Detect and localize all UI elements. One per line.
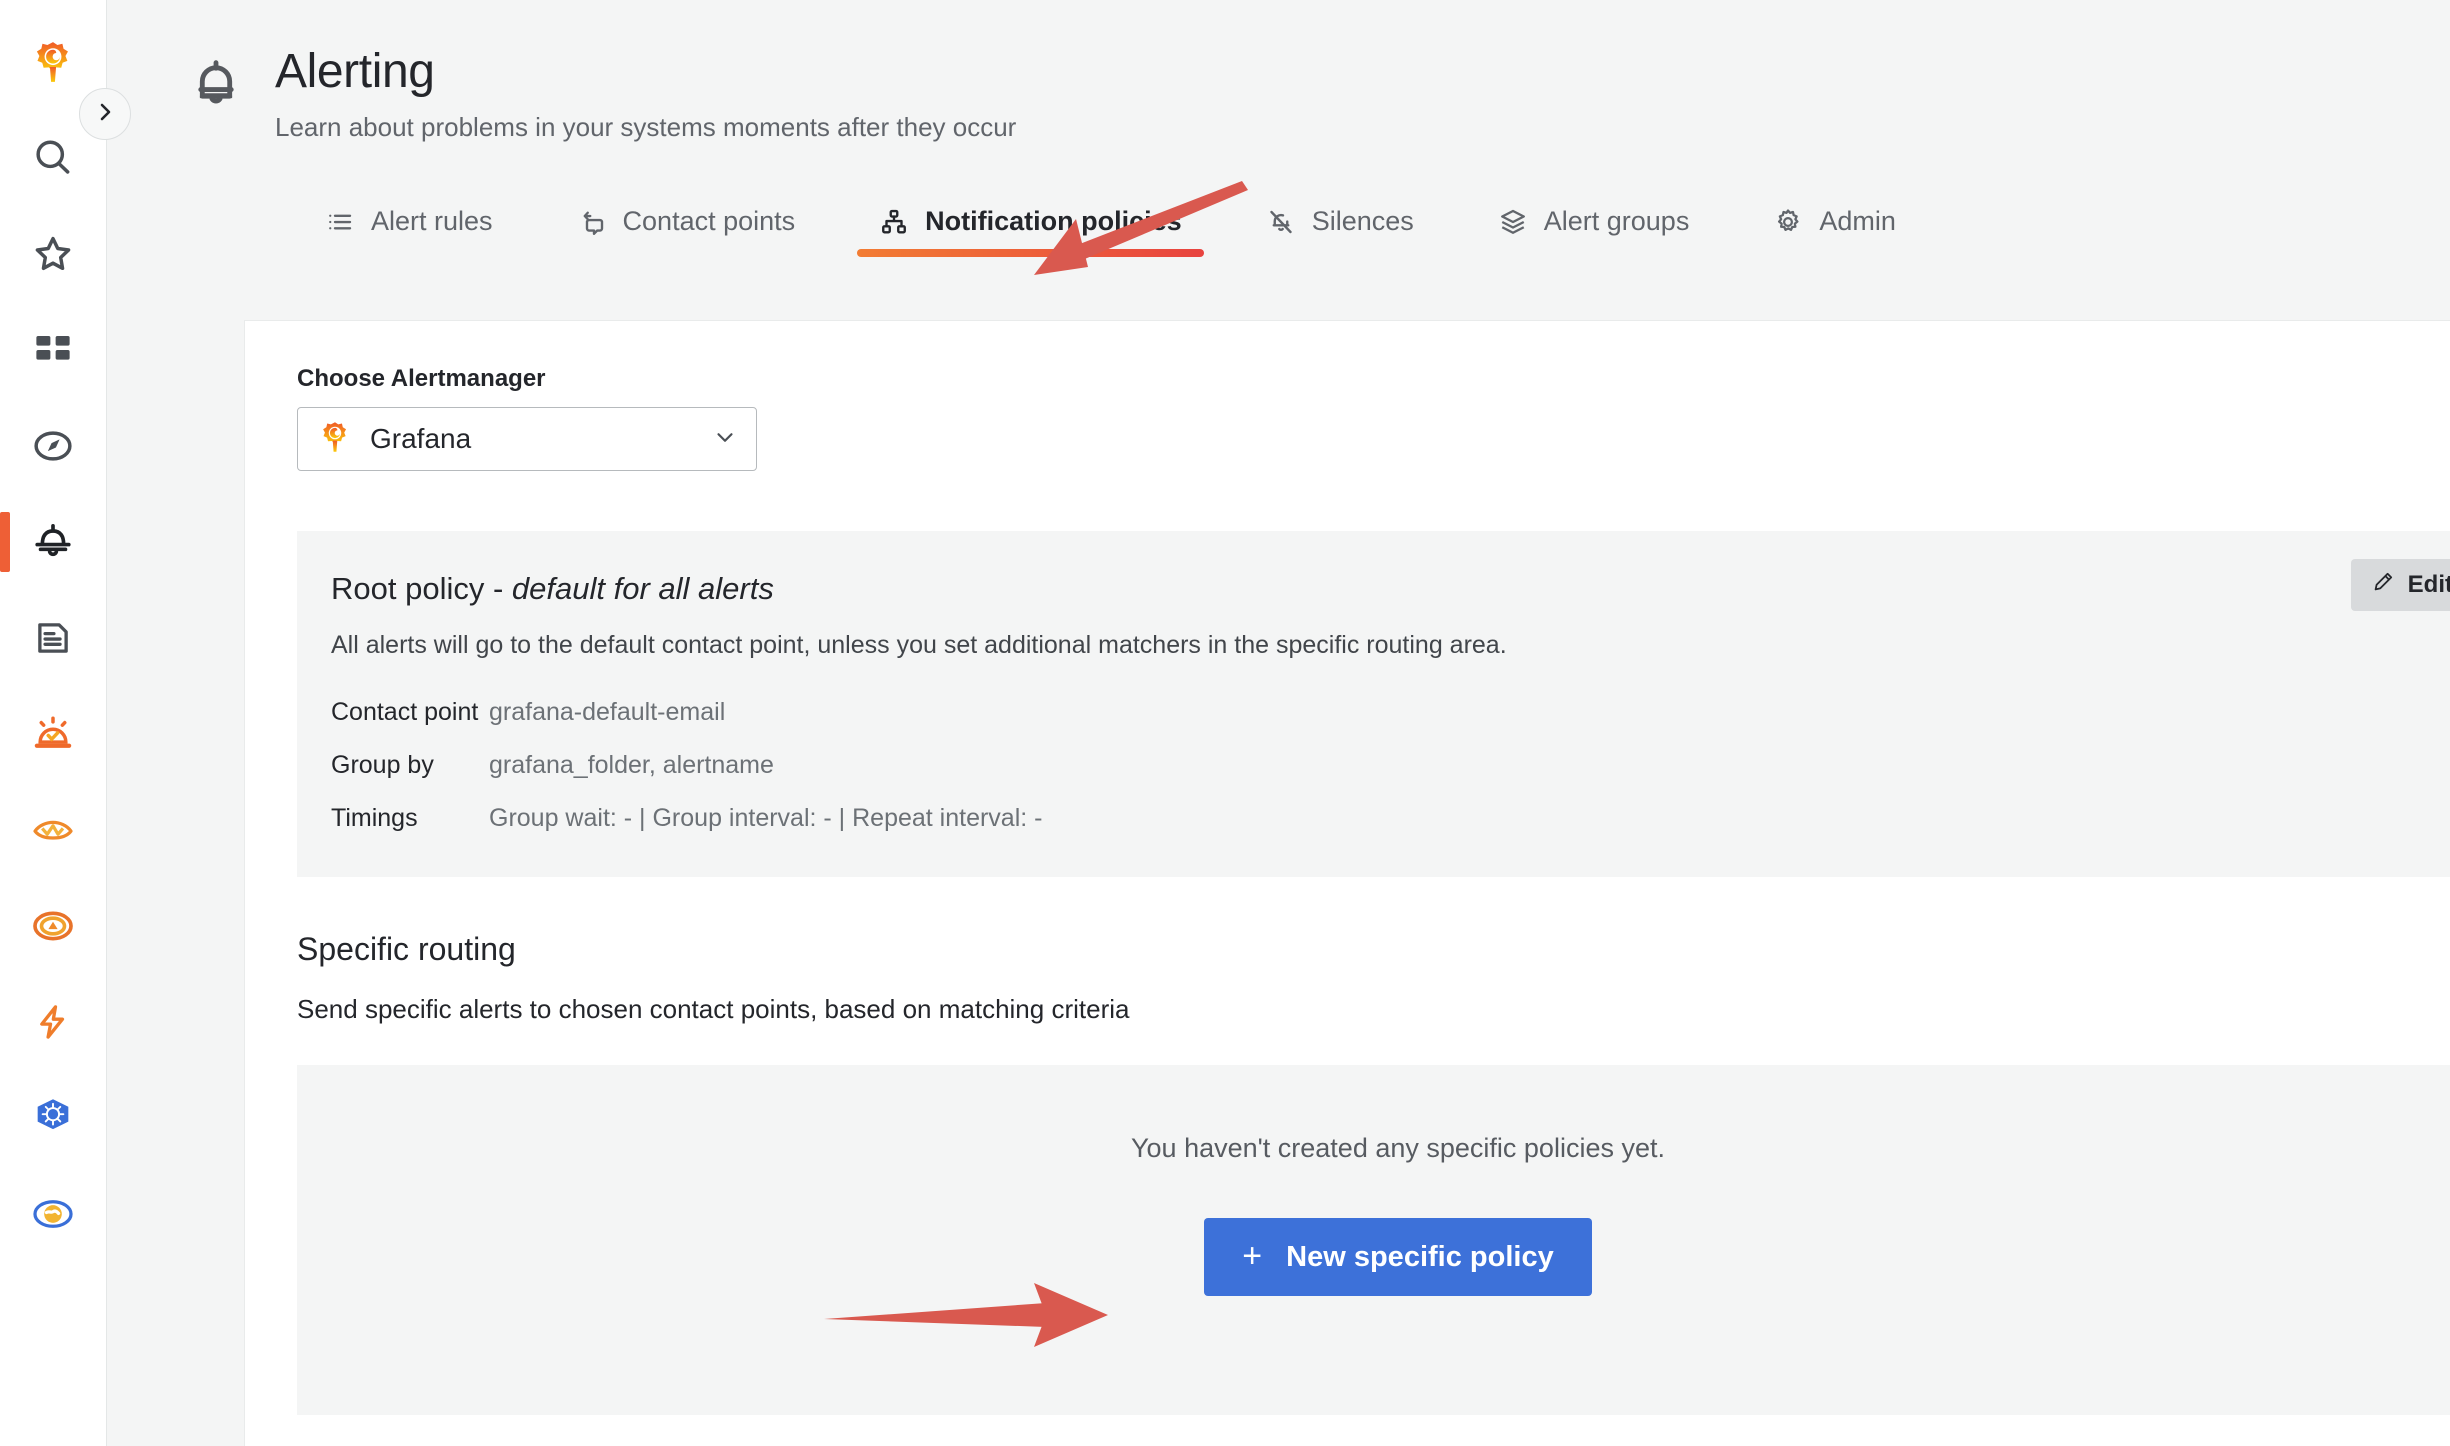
root-policy-title: Root policy - default for all alerts (331, 571, 2450, 607)
ml-icon (30, 807, 76, 853)
specific-routing-title: Specific routing (297, 931, 516, 967)
specific-routing-description: Send specific alerts to chosen contact p… (297, 994, 1130, 1024)
sidebar-item-starred[interactable] (0, 206, 107, 302)
oncall-icon (30, 903, 76, 949)
alertmanager-label: Choose Alertmanager (297, 365, 546, 392)
comment-share-icon (577, 207, 607, 237)
tab-label: Notification policies (925, 206, 1182, 236)
sidebar-item-dashboards[interactable] (0, 302, 107, 398)
tab-contact-points[interactable]: Contact points (555, 206, 818, 257)
new-specific-policy-label: New specific policy (1286, 1240, 1554, 1273)
detail-value: grafana-default-email (489, 698, 726, 726)
sitemap-icon (879, 207, 909, 237)
root-policy-title-emphasis: default for all alerts (511, 571, 774, 606)
edit-button-label: Edit (2407, 571, 2450, 598)
detail-key: Group by (331, 751, 434, 779)
tab-admin[interactable]: Admin (1751, 206, 1918, 257)
root-policy-card: Root policy - default for all alerts All… (297, 531, 2450, 877)
tab-alert-groups[interactable]: Alert groups (1476, 206, 1712, 257)
tab-alert-rules[interactable]: Alert rules (303, 206, 515, 257)
detail-row: Contact point grafana-default-email (331, 698, 2450, 727)
detail-key: Timings (331, 804, 418, 832)
document-icon (32, 617, 74, 659)
gear-icon (1773, 207, 1803, 237)
main-sidebar (0, 0, 107, 1446)
layers-icon (1498, 207, 1528, 237)
bolt-icon (32, 1001, 74, 1043)
kubernetes-icon (30, 1095, 76, 1141)
bell-slash-icon (1266, 207, 1296, 237)
detail-value: Group wait: - | Group interval: - | Repe… (489, 804, 1043, 832)
tab-label: Silences (1311, 206, 1414, 236)
tab-label: Admin (1819, 206, 1896, 236)
expand-sidebar-button[interactable] (79, 88, 131, 140)
siren-icon (31, 712, 75, 756)
empty-state-text: You haven't created any specific policie… (1131, 1133, 1665, 1163)
chevron-right-icon (93, 100, 117, 129)
edit-root-policy-button[interactable]: Edit (2350, 559, 2450, 611)
grafana-logo-icon (318, 420, 352, 459)
detail-key: Contact point (331, 698, 479, 726)
root-policy-details: Contact point grafana-default-email Grou… (331, 698, 2450, 833)
specific-routing-empty-state: You haven't created any specific policie… (297, 1065, 2450, 1415)
detail-value: grafana_folder, alertname (489, 751, 774, 779)
tab-notification-policies[interactable]: Notification policies (857, 206, 1204, 257)
search-icon (31, 136, 75, 180)
new-specific-policy-button[interactable]: + New specific policy (1204, 1218, 1592, 1296)
alerting-tabs: Alert rules Contact points Notification … (107, 187, 2450, 257)
tab-label: Alert rules (371, 206, 493, 236)
page-header: Alerting Learn about problems in your sy… (107, 0, 2450, 143)
tab-label: Alert groups (1543, 206, 1690, 236)
sidebar-item-oncall[interactable] (0, 878, 107, 974)
page-title: Alerting (275, 45, 435, 98)
star-icon (31, 232, 75, 276)
list-icon (325, 207, 355, 237)
page-subtitle: Learn about problems in your systems mom… (275, 112, 1017, 142)
pencil-icon (2371, 570, 2395, 601)
detail-row: Group by grafana_folder, alertname (331, 751, 2450, 780)
sidebar-item-kubernetes[interactable] (0, 1070, 107, 1166)
alerting-page: Alerting Learn about problems in your sy… (0, 0, 2450, 1446)
sidebar-item-application-observability[interactable] (0, 1166, 107, 1262)
notification-policies-panel: Choose Alertmanager Grafana Root policy … (244, 320, 2450, 1446)
globe-icon (30, 1191, 76, 1237)
bell-icon (31, 520, 75, 564)
sidebar-item-machine-learning[interactable] (0, 782, 107, 878)
alertmanager-selected-value: Grafana (370, 423, 472, 454)
sidebar-item-incident[interactable] (0, 686, 107, 782)
tab-label: Contact points (622, 206, 796, 236)
main-content: Alerting Learn about problems in your sy… (107, 0, 2450, 1446)
sidebar-item-alerting[interactable] (0, 494, 107, 590)
dashboards-icon (32, 329, 74, 371)
root-policy-title-prefix: Root policy - (331, 571, 512, 606)
sidebar-item-reports[interactable] (0, 590, 107, 686)
tab-silences[interactable]: Silences (1244, 206, 1436, 257)
bell-icon (185, 52, 247, 123)
sidebar-item-synthetic-monitoring[interactable] (0, 974, 107, 1070)
alertmanager-select[interactable]: Grafana (297, 407, 757, 471)
plus-icon: + (1242, 1236, 1263, 1275)
detail-row: Timings Group wait: - | Group interval: … (331, 804, 2450, 833)
sidebar-item-explore[interactable] (0, 398, 107, 494)
chevron-down-icon[interactable] (712, 424, 738, 455)
compass-icon (31, 424, 75, 468)
grafana-logo-icon (30, 39, 76, 85)
root-policy-description: All alerts will go to the default contac… (331, 631, 1507, 659)
